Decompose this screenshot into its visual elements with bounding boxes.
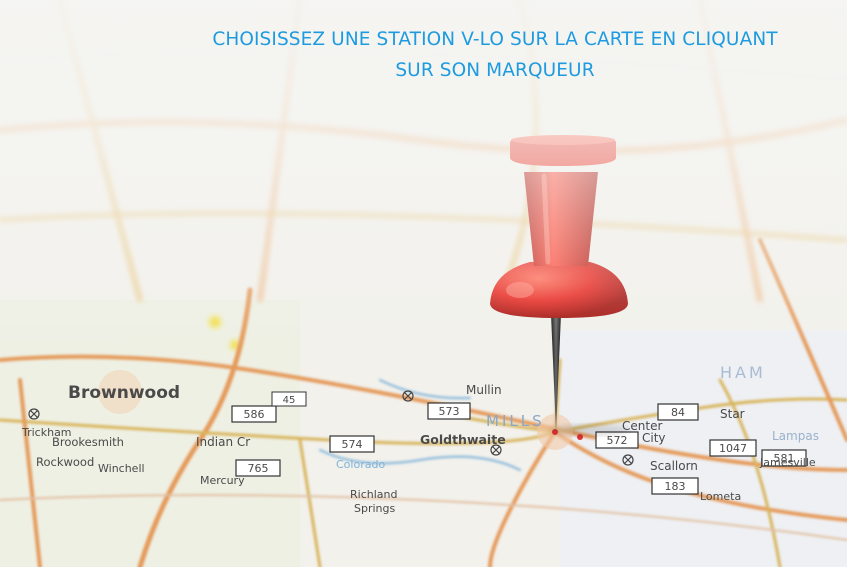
svg-text:572: 572 [607,434,628,447]
svg-text:765: 765 [248,462,269,475]
label-hamilton: HAM [720,363,766,382]
instruction-text: CHOISISSEZ UNE STATION V-LO SUR LA CARTE… [170,24,820,86]
label-star: Star [720,407,745,421]
label-mills: MILLS [486,412,545,430]
hwy-shield-573: 573 [427,402,471,420]
label-mullin: Mullin [466,383,502,397]
instruction-line-1: CHOISISSEZ UNE STATION V-LO SUR LA CARTE… [212,29,778,50]
svg-text:1047: 1047 [719,442,747,455]
map-scene: 573 574 572 84 765 586 1047 183 581 45 B… [0,0,847,567]
label-colorado: Colorado [336,458,385,471]
hwy-shield-574: 574 [329,435,375,453]
label-trickham: Trickham [21,426,72,439]
label-city: City [642,431,666,445]
hwy-shield-183: 183 [651,477,699,495]
svg-text:574: 574 [342,438,363,451]
svg-text:45: 45 [283,395,296,406]
label-brownwood: Brownwood [68,383,180,403]
svg-text:573: 573 [439,405,460,418]
label-winchell: Winchell [98,462,145,475]
hwy-shield-1047: 1047 [709,439,757,457]
label-jamesville: Jamesville [759,456,816,469]
instruction-line-2: SUR SON MARQUEUR [395,60,595,81]
label-rockwood: Rockwood [36,455,94,469]
svg-text:586: 586 [244,408,265,421]
label-richland: Richland [350,488,397,501]
label-lampasas: Lampas [772,429,819,443]
svg-text:84: 84 [671,406,685,419]
svg-text:183: 183 [665,480,686,493]
label-springs: Springs [354,502,395,515]
hwy-shield-586: 586 [231,405,277,423]
label-mercury: Mercury [200,474,245,487]
label-lometa: Lometa [700,490,741,503]
label-scallorn: Scallorn [650,459,698,473]
hwy-shield-84: 84 [657,403,699,421]
label-goldthwaite: Goldthwaite [420,432,506,447]
hwy-shield-45: 45 [271,391,307,407]
label-indian-creek: Indian Cr [196,435,250,449]
